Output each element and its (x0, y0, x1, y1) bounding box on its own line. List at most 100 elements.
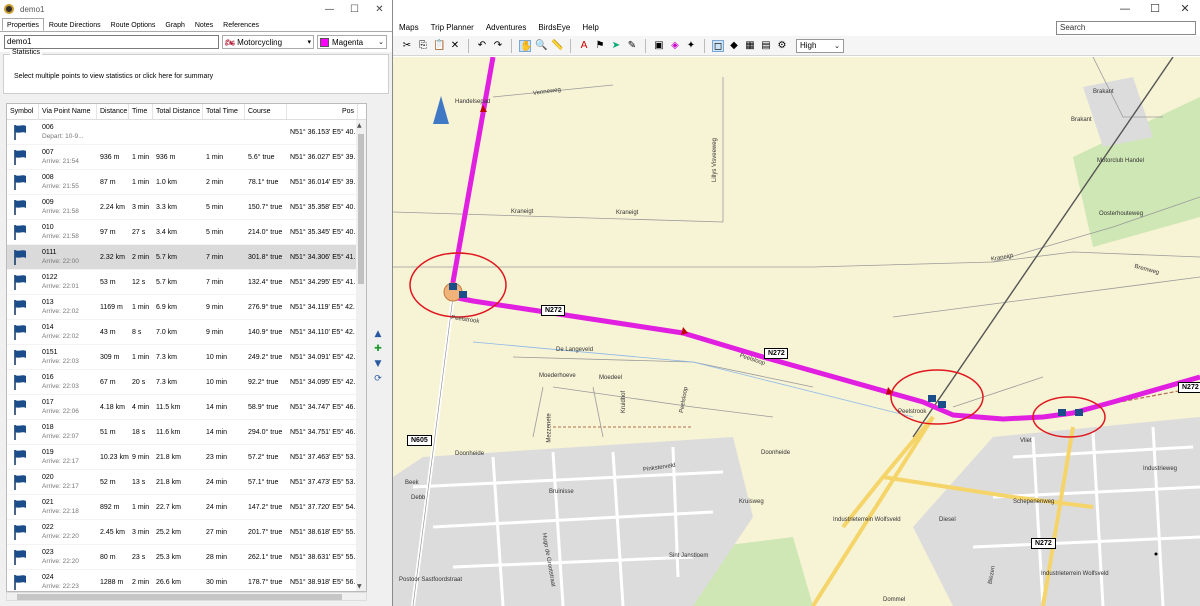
select-tool-icon[interactable]: ▣ (653, 40, 665, 52)
route-name-input[interactable]: demo1 (4, 35, 219, 49)
table-row[interactable]: 022 Arrive: 22:20 2.45 km 3 min 25.2 km 27 mi… (7, 520, 366, 545)
track-tool-icon[interactable]: ✎ (626, 40, 638, 52)
map-view-icon[interactable]: ◻ (712, 39, 724, 52)
copy-icon[interactable]: ⎘ (417, 40, 429, 52)
tab-properties[interactable]: Properties (2, 18, 44, 31)
table-row[interactable]: 007 Arrive: 21:54 936 m 1 min 936 m 1 min 5.6°… (7, 145, 366, 170)
tab-route-directions[interactable]: Route Directions (44, 18, 106, 31)
table-row[interactable]: 008 Arrive: 21:55 87 m 1 min 1.0 km 2 min 78.1… (7, 170, 366, 195)
detail-level-select[interactable]: High ⌄ (796, 38, 844, 53)
table-row[interactable]: 024 Arrive: 22:23 1288 m 2 min 26.6 km 30 min… (7, 570, 366, 591)
column-header-position[interactable]: Pos (287, 104, 358, 119)
minimize-button[interactable]: — (317, 4, 342, 15)
settings-icon[interactable]: ⚙ (776, 40, 788, 52)
table-row[interactable]: 0111 Arrive: 22:00 2.32 km 2 min 5.7 km 7 min… (7, 245, 366, 270)
close-button[interactable]: ✕ (1170, 0, 1200, 18)
column-header-time[interactable]: Time (129, 104, 153, 119)
maximize-button[interactable]: ☐ (342, 4, 367, 15)
measure-tool-icon[interactable]: 📏 (551, 40, 563, 52)
menu-maps[interactable]: Maps (393, 23, 425, 32)
tab-graph[interactable]: Graph (160, 18, 189, 31)
scrollbar-thumb[interactable] (358, 134, 364, 284)
table-row[interactable]: 016 Arrive: 22:03 67 m 20 s 7.3 km 10 min 92.2… (7, 370, 366, 395)
table-row[interactable]: 009 Arrive: 21:58 2.24 km 3 min 3.3 km 5 min 1… (7, 195, 366, 220)
profile-select[interactable]: 🏍 Motorcycling ▾ (222, 35, 314, 49)
table-row[interactable]: 018 Arrive: 22:07 51 m 18 s 11.6 km 14 min 294… (7, 420, 366, 445)
column-header-symbol[interactable]: Symbol (7, 104, 39, 119)
tab-references[interactable]: References (218, 18, 264, 31)
maximize-button[interactable]: ☐ (1140, 0, 1170, 18)
recalculate-icon[interactable]: ⟳ (372, 373, 384, 385)
move-up-icon[interactable]: ▲ (372, 328, 384, 340)
statistics-group[interactable]: Statistics Select multiple points to vie… (3, 49, 389, 94)
cut-icon[interactable]: ✂ (401, 40, 413, 52)
map-view[interactable]: N605 N272 N272 N272 N272 Handelsepad Ven… (393, 57, 1200, 606)
flag-icon[interactable] (1058, 409, 1066, 416)
hand-tool-icon[interactable]: ✋ (519, 39, 532, 52)
3d-view-icon[interactable]: ◆ (728, 40, 740, 52)
menu-trip-planner[interactable]: Trip Planner (425, 23, 480, 32)
via-point-name-cell: 024 Arrive: 22:23 (39, 570, 97, 591)
column-header-name[interactable]: Via Point Name (39, 104, 97, 119)
search-input[interactable]: Search (1056, 21, 1196, 35)
cell-course: 262.1° true (248, 554, 283, 561)
menu-adventures[interactable]: Adventures (480, 23, 532, 32)
route-line[interactable] (450, 57, 1200, 422)
add-point-icon[interactable]: ✚ (372, 343, 384, 355)
divide-tool-icon[interactable]: ✦ (685, 40, 697, 52)
zoom-tool-icon[interactable]: 🔍 (535, 40, 547, 52)
tab-notes[interactable]: Notes (190, 18, 218, 31)
erase-tool-icon[interactable]: ◈ (669, 40, 681, 52)
column-header-course[interactable]: Course (245, 104, 287, 119)
minimize-button[interactable]: — (1110, 0, 1140, 18)
dialog-titlebar[interactable]: demo1 — ☐ ✕ (0, 0, 392, 18)
cell-position: N51° 35.358' E5° 40. (290, 204, 356, 211)
move-down-icon[interactable]: ▼ (372, 358, 384, 370)
flag-icon[interactable] (459, 291, 467, 298)
undo-icon[interactable]: ↶ (476, 40, 488, 52)
vertical-scrollbar[interactable]: ▲ ▼ (356, 120, 366, 591)
menu-birdseye[interactable]: BirdsEye (532, 23, 576, 32)
via-point-name-cell: 0151 Arrive: 22:03 (39, 345, 97, 366)
table-row[interactable]: 020 Arrive: 22:17 52 m 13 s 21.8 km 24 min 57.… (7, 470, 366, 495)
map-label: Moederhoeve (539, 373, 576, 379)
menu-help[interactable]: Help (576, 23, 604, 32)
table-row[interactable]: 013 Arrive: 22:02 1169 m 1 min 6.9 km 9 min 27… (7, 295, 366, 320)
map-label: Dommel (883, 597, 906, 603)
paste-icon[interactable]: 📋 (433, 40, 445, 52)
flag-icon[interactable] (928, 395, 936, 402)
table-row[interactable]: 014 Arrive: 22:02 43 m 8 s 7.0 km 9 min 140.9°… (7, 320, 366, 345)
scroll-up-icon[interactable]: ▲ (357, 122, 362, 129)
route-tool-icon[interactable]: ➤ (610, 40, 622, 52)
scrollbar-thumb[interactable] (17, 594, 342, 600)
color-select[interactable]: Magenta ⌄ (317, 35, 387, 49)
scroll-down-icon[interactable]: ▼ (357, 583, 362, 590)
flag-icon[interactable] (1075, 409, 1083, 416)
column-header-total-distance[interactable]: Total Distance (153, 104, 203, 119)
map-canvas[interactable] (393, 57, 1200, 606)
column-header-total-time[interactable]: Total Time (203, 104, 245, 119)
horizontal-scrollbar[interactable] (6, 592, 367, 601)
table-row[interactable]: 006 Depart: 10-9... N51° 36.153' E5° 40. (7, 120, 366, 145)
table-row[interactable]: 019 Arrive: 22:17 10.23 km 9 min 21.8 km 23 m… (7, 445, 366, 470)
table-row[interactable]: 017 Arrive: 22:06 4.18 km 4 min 11.5 km 14 mi… (7, 395, 366, 420)
table-row[interactable]: 0151 Arrive: 22:03 309 m 1 min 7.3 km 10 min 2… (7, 345, 366, 370)
table-row[interactable]: 0122 Arrive: 22:01 53 m 12 s 5.7 km 7 min 132.… (7, 270, 366, 295)
table-row[interactable]: 021 Arrive: 22:18 892 m 1 min 22.7 km 24 min 1… (7, 495, 366, 520)
delete-icon[interactable]: ✕ (449, 40, 461, 52)
flag-icon[interactable] (938, 401, 946, 408)
statistics-text[interactable]: Select multiple points to view statistic… (14, 73, 213, 80)
cell-total-distance: 26.6 km (156, 579, 181, 586)
tab-route-options[interactable]: Route Options (106, 18, 161, 31)
redo-icon[interactable]: ↷ (492, 40, 504, 52)
text-tool-icon[interactable]: A (578, 40, 590, 52)
flag-icon[interactable] (449, 283, 457, 290)
column-header-distance[interactable]: Distance (97, 104, 129, 119)
grid-icon[interactable]: ▦ (744, 40, 756, 52)
table-row[interactable]: 010 Arrive: 21:58 97 m 27 s 3.4 km 5 min 214.0… (7, 220, 366, 245)
layers-icon[interactable]: ▤ (760, 40, 772, 52)
table-row[interactable]: 023 Arrive: 22:20 80 m 23 s 25.3 km 28 min 262… (7, 545, 366, 570)
start-marker-icon[interactable] (433, 96, 449, 124)
close-button[interactable]: ✕ (367, 4, 392, 15)
waypoint-tool-icon[interactable]: ⚑ (594, 40, 606, 52)
